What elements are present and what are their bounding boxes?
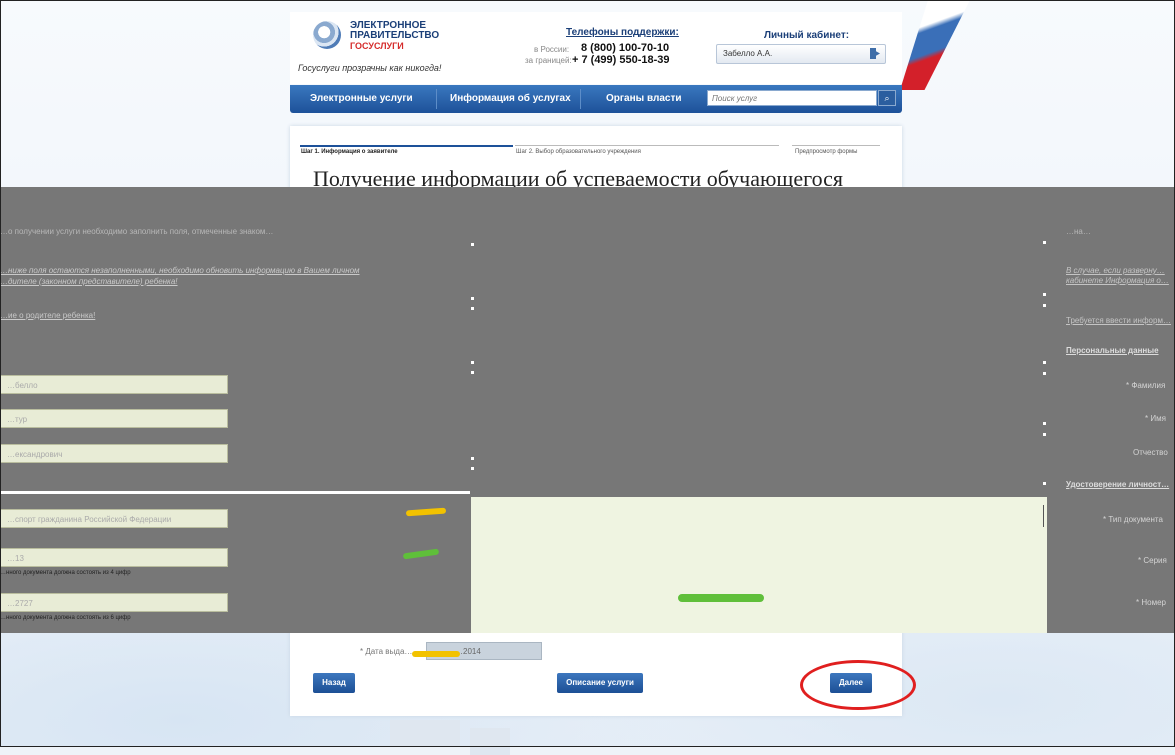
screenshot-frame (0, 0, 1175, 747)
